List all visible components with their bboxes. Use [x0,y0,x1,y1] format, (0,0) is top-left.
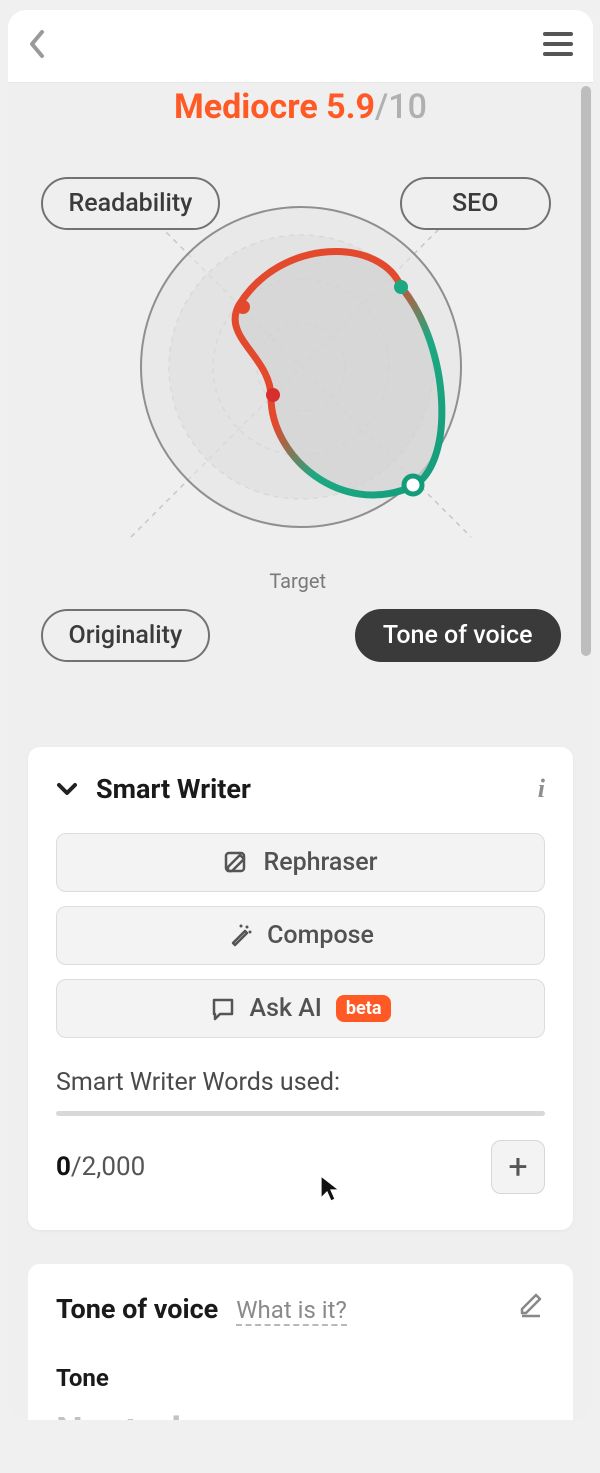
usage-count: 0/2,000 [56,1152,145,1182]
ask-ai-label: Ask AI [250,994,322,1023]
chat-icon [210,996,236,1022]
tab-tone-of-voice[interactable]: Tone of voice [355,609,561,662]
target-label: Target [269,569,326,593]
usage-progress-bar [56,1111,545,1116]
app-frame: Mediocre 5.9/10 Readability SEO Original… [8,10,593,1420]
score-value: 5.9 [326,87,375,127]
add-words-button[interactable]: + [491,1140,545,1194]
score-label: Mediocre [174,87,318,127]
rephraser-label: Rephraser [263,848,377,877]
tab-originality[interactable]: Originality [41,609,211,662]
tone-value: Neutral [56,1410,545,1420]
usage-total: /2,000 [71,1152,145,1182]
tab-readability[interactable]: Readability [41,177,221,230]
topbar [8,10,593,82]
usage-label: Smart Writer Words used: [56,1068,545,1097]
tone-sublabel: Tone [56,1364,545,1392]
hamburger-icon [543,30,573,58]
tone-of-voice-card: Tone of voice What is it? Tone Neutral [28,1264,573,1420]
what-is-it-link[interactable]: What is it? [236,1296,347,1326]
content-scroll[interactable]: Mediocre 5.9/10 Readability SEO Original… [8,82,593,1420]
info-icon[interactable]: i [538,774,545,804]
usage-row: 0/2,000 + [56,1140,545,1194]
smart-writer-title: Smart Writer [96,773,251,805]
compose-button[interactable]: Compose [56,906,545,965]
ask-ai-button[interactable]: Ask AI beta [56,979,545,1038]
chevron-left-icon [28,29,46,59]
menu-button[interactable] [543,30,573,62]
rephraser-button[interactable]: Rephraser [56,833,545,892]
radar-chart [121,187,481,547]
pencil-icon[interactable] [517,1290,545,1318]
tone-title: Tone of voice [56,1293,218,1325]
smart-writer-card: Smart Writer i Rephraser Compose Ask AI … [28,747,573,1230]
beta-badge: beta [336,995,392,1022]
chevron-down-icon[interactable] [56,781,78,797]
tab-seo[interactable]: SEO [400,177,550,230]
usage-used: 0 [56,1152,71,1182]
overall-score: Mediocre 5.9/10 [8,83,593,127]
smart-writer-header: Smart Writer i [56,773,545,805]
scrollbar[interactable] [581,86,591,656]
plus-icon: + [508,1150,527,1184]
edit-icon [223,850,249,876]
score-max: /10 [375,87,427,127]
compose-label: Compose [267,921,374,950]
back-button[interactable] [28,29,46,63]
wand-icon [227,923,253,949]
radar-chart-container: Readability SEO Originality Tone of voic… [41,187,561,657]
